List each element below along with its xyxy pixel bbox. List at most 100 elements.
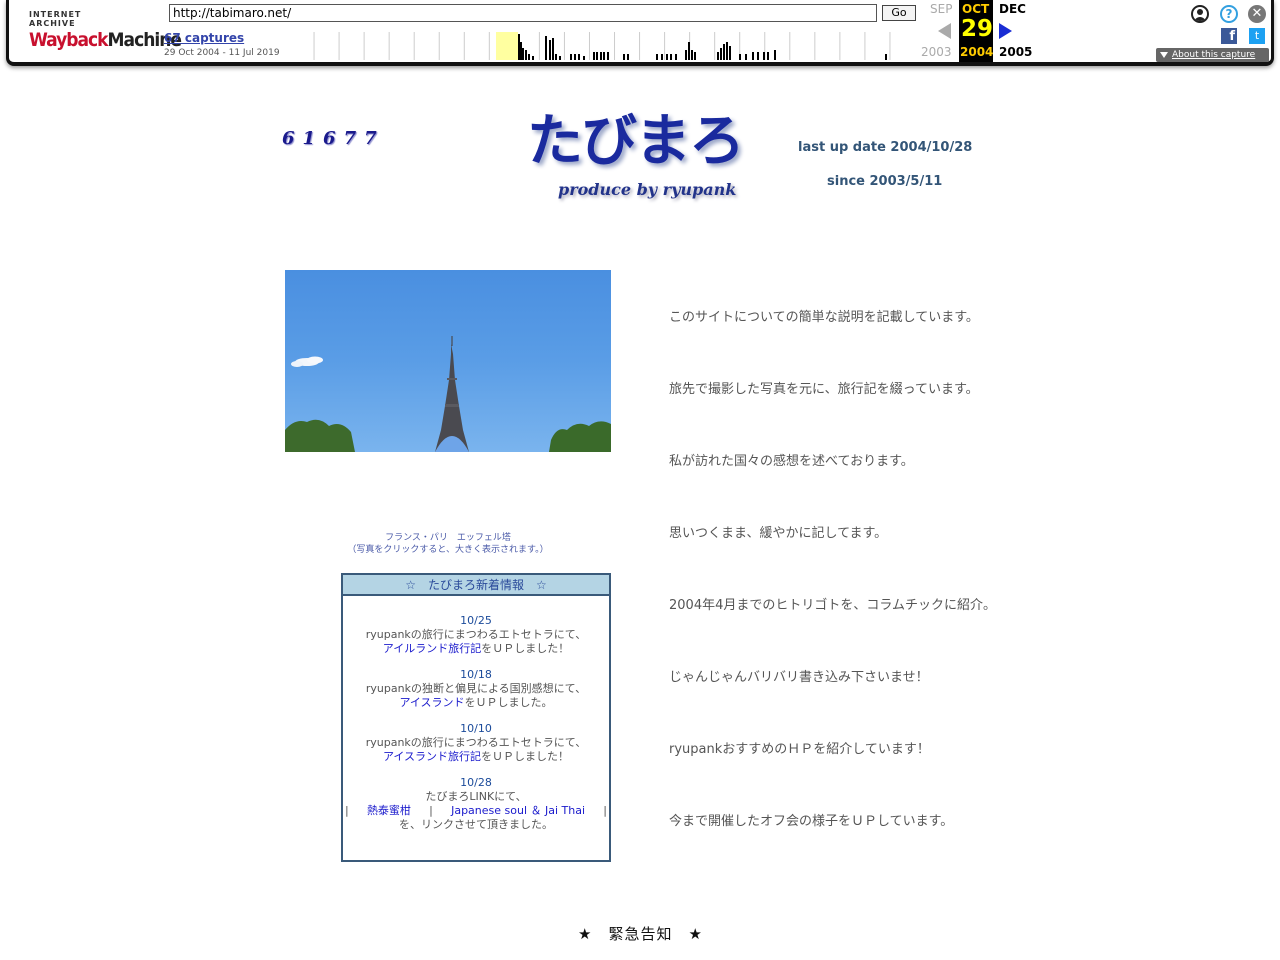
url-input[interactable] xyxy=(169,4,877,22)
wayback-toolbar: INTERNET ARCHIVE WaybackMachine Go 67 ca… xyxy=(6,0,1274,66)
wayback-machine-wordmark: WaybackMachine xyxy=(29,29,182,51)
description-column: 2004年4月までのヒトリゴトを、コラムチックに紹介。 xyxy=(669,598,996,613)
photo-caption-hint: （写真をクリックすると、大きく表示されます。） xyxy=(347,545,549,555)
capture-bar xyxy=(520,42,522,60)
capture-bar xyxy=(623,54,625,60)
description-diary: 思いつくまま、緩やかに記してます。 xyxy=(669,526,888,541)
current-year: 2004 xyxy=(960,45,994,59)
news-text: ryupankの独断と偏見による国別感想にて、 xyxy=(365,682,587,695)
news-text-tail: を、リンクさせて頂きました。 xyxy=(399,818,553,831)
capture-bar xyxy=(739,54,741,60)
capture-bar xyxy=(596,52,598,60)
go-button[interactable]: Go xyxy=(882,5,916,21)
news-link[interactable]: アイスランド xyxy=(399,696,464,709)
last-update-date: last up date 2004/10/28 xyxy=(798,140,973,155)
caret-down-icon xyxy=(1160,52,1168,58)
photo-caption-title: フランス・パリ エッフェル塔 xyxy=(385,533,511,543)
capture-bar xyxy=(583,56,585,60)
news-link[interactable]: アイルランド旅行記 xyxy=(383,642,481,655)
description-bbs: じゃんじゃんバリバリ書き込み下さいませ！ xyxy=(669,670,929,685)
next-year-link[interactable]: 2005 xyxy=(999,45,1032,59)
link-necchi-mikan[interactable]: 熱泰蜜柑 xyxy=(367,804,411,818)
capture-bar xyxy=(607,52,609,60)
capture-bar xyxy=(532,56,534,60)
captures-link[interactable]: 67 captures xyxy=(164,31,244,45)
internet-archive-label: INTERNET ARCHIVE xyxy=(29,10,82,28)
capture-bar xyxy=(763,52,765,60)
capture-bar xyxy=(720,48,722,60)
urgent-notice-heading[interactable]: ★ 緊急告知 ★ xyxy=(578,923,703,944)
current-month: OCT xyxy=(962,2,990,16)
about-capture-button[interactable]: About this capture xyxy=(1156,48,1269,62)
news-item: 10/25 ryupankの旅行にまつわるエトセトラにて、 アイルランド旅行記を… xyxy=(343,614,609,656)
capture-bar xyxy=(717,52,719,60)
help-icon[interactable]: ? xyxy=(1220,5,1238,23)
capture-bar xyxy=(593,52,595,60)
prev-year-link[interactable]: 2003 xyxy=(921,45,952,59)
news-box: ☆ たびまろ新着情報 ☆ 10/25 ryupankの旅行にまつわるエトセトラに… xyxy=(341,573,611,862)
capture-bar xyxy=(528,54,530,60)
capture-bar xyxy=(555,54,557,60)
news-date: 10/10 xyxy=(460,722,492,735)
link-japanese-soul[interactable]: Japanese soul ＆ Jai Thai xyxy=(451,804,585,818)
separator: | xyxy=(603,804,607,817)
news-box-title: ☆ たびまろ新着情報 ☆ xyxy=(343,575,609,596)
capture-bar xyxy=(666,54,668,60)
description-travelogue: 旅先で撮影した写真を元に、旅行記を綴っています。 xyxy=(669,382,979,397)
capture-bar xyxy=(688,42,690,60)
since-date: since 2003/5/11 xyxy=(827,174,943,189)
wayback-logo[interactable]: INTERNET ARCHIVE WaybackMachine xyxy=(29,10,182,51)
news-text-tail: をＵＰしました！ xyxy=(481,642,570,655)
captures-sparkline[interactable] xyxy=(289,32,915,60)
news-date: 10/28 xyxy=(460,776,492,789)
prev-month-link[interactable]: SEP xyxy=(930,2,952,16)
capture-bar xyxy=(570,54,572,60)
capture-bar xyxy=(729,46,731,60)
photo-caption: フランス・パリ エッフェル塔 （写真をクリックすると、大きく表示されます。） xyxy=(285,532,611,556)
next-month-link[interactable]: DEC xyxy=(999,2,1026,16)
next-capture-arrow-icon[interactable] xyxy=(999,23,1012,39)
capture-bar xyxy=(675,54,677,60)
capture-bar xyxy=(774,50,776,60)
capture-bar xyxy=(574,54,576,60)
capture-bar xyxy=(552,38,554,60)
capture-bar xyxy=(670,54,672,60)
news-text: ryupankの旅行にまつわるエトセトラにて、 xyxy=(365,736,587,749)
capture-bar xyxy=(578,54,580,60)
description-links: ryupankおすすめのＨＰを紹介しています！ xyxy=(669,742,930,757)
facebook-icon[interactable]: f xyxy=(1221,28,1237,44)
news-item: 10/10 ryupankの旅行にまつわるエトセトラにて、 アイスランド旅行記を… xyxy=(343,722,609,764)
capture-bar xyxy=(767,52,769,60)
capture-bar xyxy=(661,54,663,60)
capture-bar xyxy=(757,52,759,60)
capture-bar xyxy=(656,54,658,60)
description-offkai: 今まで開催したオフ会の様子をＵＰしています。 xyxy=(669,814,954,829)
capture-bar xyxy=(603,52,605,60)
close-icon[interactable]: ✕ xyxy=(1248,5,1266,23)
capture-bar xyxy=(600,52,602,60)
prev-capture-arrow-icon xyxy=(938,23,951,39)
twitter-icon[interactable]: t xyxy=(1249,28,1265,44)
site-logo-subtitle: produce by ryupank xyxy=(558,180,737,199)
capture-bar xyxy=(518,34,520,60)
capture-bar xyxy=(885,54,887,60)
user-icon[interactable] xyxy=(1191,5,1209,23)
current-day: 29 xyxy=(961,16,994,42)
capture-bar xyxy=(559,56,561,60)
capture-bar xyxy=(685,50,687,60)
news-link[interactable]: アイスランド旅行記 xyxy=(383,750,481,763)
capture-bar xyxy=(726,42,728,60)
news-date: 10/18 xyxy=(460,668,492,681)
news-date: 10/25 xyxy=(460,614,492,627)
news-text-tail: をＵＰしました！ xyxy=(481,750,570,763)
capture-bar xyxy=(752,52,754,60)
news-text-tail: をＵＰしました。 xyxy=(464,696,553,709)
capture-bar xyxy=(545,36,547,60)
news-text: ryupankの旅行にまつわるエトセトラにて、 xyxy=(365,628,587,641)
description-about: このサイトについての簡単な説明を記載しています。 xyxy=(669,310,979,325)
access-counter: 61677 xyxy=(282,128,385,149)
eiffel-tower-photo[interactable] xyxy=(285,270,611,452)
capture-bar xyxy=(522,48,524,60)
news-item-links: 10/28 たびまろLINKにて、 | 熱泰蜜柑 | Japanese soul… xyxy=(343,776,609,832)
capture-bar xyxy=(694,52,696,60)
